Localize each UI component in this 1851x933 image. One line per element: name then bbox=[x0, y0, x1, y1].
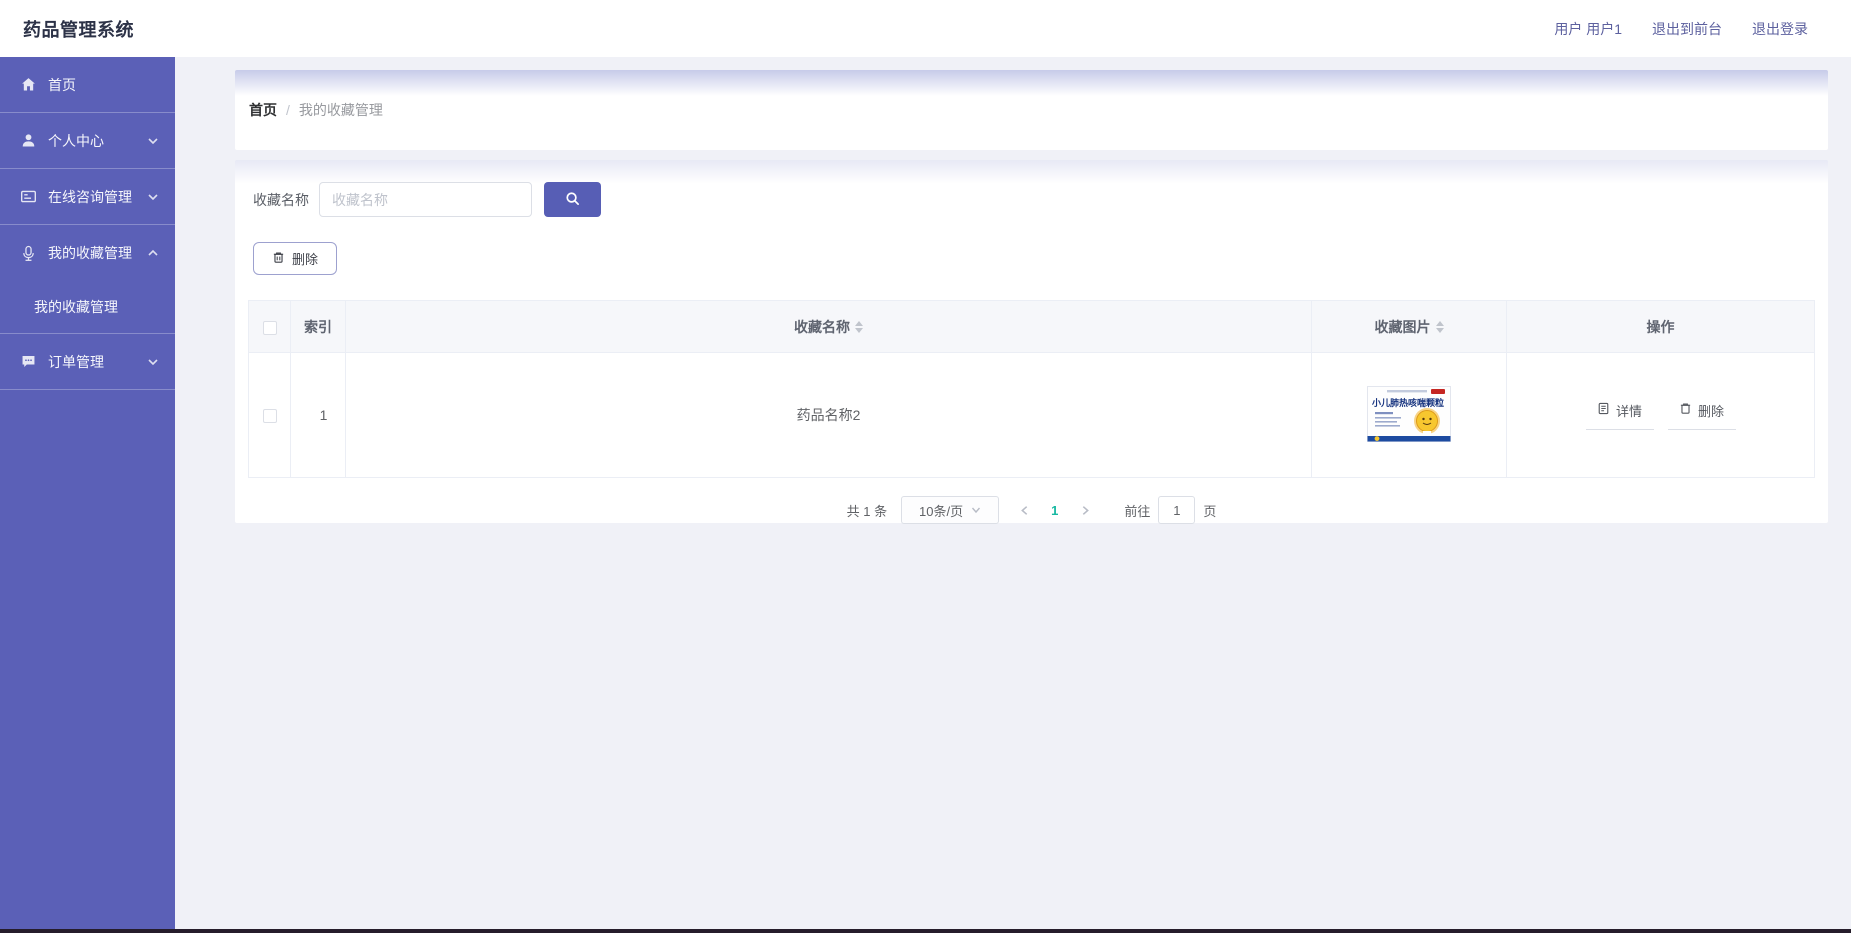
pagination-goto: 前往 页 bbox=[1124, 496, 1216, 524]
chevron-down-icon bbox=[147, 135, 159, 147]
main-content: 首页 / 我的收藏管理 收藏名称 收藏名称 删除 索引 收藏名称 收藏图片 操作… bbox=[175, 57, 1851, 933]
row-name-cell: 药品名称2 bbox=[345, 352, 1312, 478]
layout-body: 首页 个人中心 在线咨询管理 我的收藏管理 我的收藏管理 订单管理 首页 / 我… bbox=[0, 57, 1851, 933]
header-actions-label: 操作 bbox=[1646, 318, 1675, 335]
page-unit-label: 页 bbox=[1203, 503, 1217, 519]
row-actions-cell: 详情 删除 bbox=[1506, 352, 1815, 478]
search-row: 收藏名称 bbox=[248, 182, 1815, 217]
pagination-total: 共 1 条 bbox=[846, 503, 888, 519]
exit-to-front-link[interactable]: 退出到前台 bbox=[1652, 19, 1722, 39]
breadcrumb-home[interactable]: 首页 bbox=[249, 100, 277, 120]
sort-caret-icon[interactable] bbox=[855, 320, 863, 333]
detail-button-label: 详情 bbox=[1615, 403, 1642, 419]
sidebar-item-label: 在线咨询管理 bbox=[48, 188, 132, 205]
chevron-down-icon bbox=[147, 191, 159, 203]
search-input[interactable] bbox=[319, 182, 532, 217]
microphone-icon bbox=[20, 245, 37, 262]
table-header-row: 索引 收藏名称 收藏图片 操作 bbox=[248, 300, 1815, 353]
chat-icon bbox=[20, 353, 37, 370]
favorite-image[interactable]: 小儿肺热咳喘颗粒 bbox=[1367, 385, 1451, 442]
trash-icon bbox=[272, 251, 285, 267]
top-header: 药品管理系统 用户 用户1 退出到前台 退出登录 bbox=[0, 0, 1851, 57]
sidebar-item-orders[interactable]: 订单管理 bbox=[0, 334, 175, 390]
trash-icon bbox=[1679, 402, 1692, 418]
header-index-label: 索引 bbox=[304, 318, 332, 335]
goto-label: 前往 bbox=[1124, 503, 1151, 519]
app-title: 药品管理系统 bbox=[23, 19, 134, 40]
search-button[interactable] bbox=[544, 182, 601, 217]
top-links: 用户 用户1 退出到前台 退出登录 bbox=[1554, 19, 1808, 39]
batch-delete-button[interactable]: 删除 bbox=[253, 242, 337, 275]
header-favorite-image-label: 收藏图片 bbox=[1374, 318, 1431, 335]
pagination: 共 1 条 10条/页 1 前往 1 页 bbox=[248, 496, 1815, 524]
header-select-all[interactable] bbox=[248, 300, 291, 353]
home-icon bbox=[20, 76, 37, 93]
sidebar-nav: 首页 个人中心 在线咨询管理 我的收藏管理 我的收藏管理 订单管理 bbox=[0, 57, 175, 933]
sidebar-subitem-my-favorites[interactable]: 我的收藏管理 bbox=[0, 281, 175, 334]
header-favorite-name-label: 收藏名称 bbox=[794, 318, 850, 335]
sidebar-subitem-label: 我的收藏管理 bbox=[34, 299, 118, 315]
row-select-cell bbox=[248, 352, 291, 478]
sidebar-item-personal-center[interactable]: 个人中心 bbox=[0, 113, 175, 169]
prev-page-button[interactable] bbox=[1013, 499, 1035, 521]
next-page-button[interactable] bbox=[1074, 499, 1096, 521]
row-checkbox[interactable] bbox=[262, 409, 277, 424]
sidebar-item-home[interactable]: 首页 bbox=[0, 57, 175, 113]
chevron-down-icon bbox=[147, 356, 159, 368]
row-index-cell: 1 bbox=[290, 352, 346, 478]
favorites-table: 索引 收藏名称 收藏图片 操作 1 药品名称2 小儿肺热咳喘颗粒 详情 删除 bbox=[248, 300, 1815, 478]
breadcrumb-current: 我的收藏管理 bbox=[298, 102, 383, 118]
row-delete-button[interactable]: 删除 bbox=[1667, 401, 1736, 430]
row-delete-button-label: 删除 bbox=[1697, 403, 1724, 419]
chevron-down-icon bbox=[971, 503, 981, 518]
app-root: 药品管理系统 用户 用户1 退出到前台 退出登录 首页 个人中心 在线咨询管理 … bbox=[0, 0, 1851, 933]
sidebar-item-label: 订单管理 bbox=[48, 353, 104, 370]
sort-caret-icon[interactable] bbox=[1435, 320, 1444, 333]
chevron-up-icon bbox=[147, 247, 159, 259]
search-label: 收藏名称 bbox=[253, 191, 309, 208]
logout-link[interactable]: 退出登录 bbox=[1752, 19, 1808, 39]
page-size-select[interactable]: 10条/页 bbox=[901, 496, 1000, 524]
toolbar: 删除 bbox=[248, 242, 1815, 275]
header-index: 索引 bbox=[290, 300, 346, 353]
sidebar-item-label: 个人中心 bbox=[48, 132, 104, 149]
form-icon bbox=[20, 188, 37, 205]
current-user-link[interactable]: 用户 用户1 bbox=[1554, 19, 1622, 39]
sidebar-item-online-consult[interactable]: 在线咨询管理 bbox=[0, 169, 175, 225]
batch-delete-label: 删除 bbox=[291, 252, 318, 267]
detail-button[interactable]: 详情 bbox=[1585, 401, 1654, 430]
goto-page-input[interactable] bbox=[1158, 496, 1196, 524]
select-all-checkbox[interactable] bbox=[262, 320, 277, 335]
breadcrumb-separator: / bbox=[286, 102, 290, 118]
row-image-cell: 小儿肺热咳喘颗粒 bbox=[1311, 352, 1507, 478]
header-favorite-name[interactable]: 收藏名称 bbox=[345, 300, 1312, 353]
header-favorite-image[interactable]: 收藏图片 bbox=[1311, 300, 1507, 353]
breadcrumb: 首页 / 我的收藏管理 bbox=[235, 70, 1828, 150]
table-row: 1 药品名称2 小儿肺热咳喘颗粒 详情 删除 bbox=[248, 352, 1815, 478]
sidebar-item-my-favorites[interactable]: 我的收藏管理 bbox=[0, 225, 175, 281]
header-actions: 操作 bbox=[1506, 300, 1815, 353]
favorites-panel: 收藏名称 删除 bbox=[235, 160, 1828, 524]
bottom-strip bbox=[0, 929, 1851, 933]
sidebar-item-label: 首页 bbox=[48, 76, 76, 93]
page-number-1[interactable]: 1 bbox=[1049, 503, 1060, 518]
sidebar-item-label: 我的收藏管理 bbox=[48, 245, 132, 261]
page-size-value: 10条/页 bbox=[919, 503, 964, 519]
favorite-image-title: 小儿肺热咳喘颗粒 bbox=[1371, 397, 1444, 408]
user-icon bbox=[20, 132, 37, 149]
document-icon bbox=[1597, 402, 1610, 418]
search-icon bbox=[565, 191, 580, 209]
